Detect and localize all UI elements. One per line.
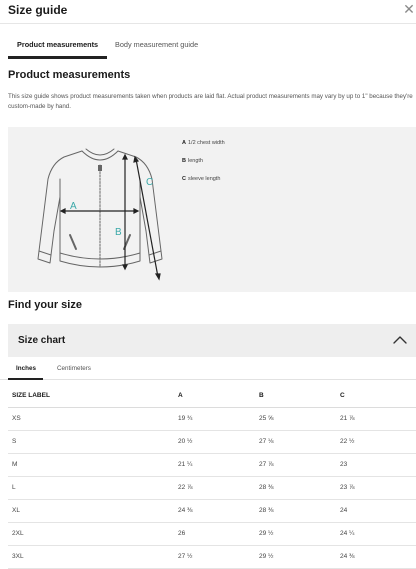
table-header-row: SIZE LABEL A B C [8,384,416,408]
table-row: L 22 ⅞ 28 ⅜ 23 ⅞ [8,476,416,500]
tab-body-measurement-guide[interactable]: Body measurement guide [115,40,198,49]
a-value-cell: 19 ¾ [174,407,255,431]
b-value-cell: 29 ½ [255,522,336,546]
measurement-diagram-panel: A B C A 1/2 chest width Blength Csleeve l… [8,127,416,292]
legend-key-a: A [182,140,186,146]
c-value-cell: 22 ½ [336,430,416,454]
c-value-cell: 21 ⅞ [336,407,416,431]
column-header-c: C [336,384,416,408]
tab-product-measurements[interactable]: Product measurements [17,40,98,49]
chevron-up-icon[interactable] [393,334,407,346]
guide-tabs: Product measurements Body measurement gu… [0,34,416,59]
modal-title: Size guide [8,3,68,17]
a-value-cell: 26 [174,522,255,546]
size-label-cell: S [8,430,174,454]
legend-key-c: C [182,176,186,182]
size-chart-table: SIZE LABEL A B C XS 19 ¾ 25 ⅝ 21 ⅞ S 20 … [8,384,416,569]
b-value-cell: 28 ⅜ [255,499,336,523]
c-value-cell: 24 ⅜ [336,545,416,569]
tab-centimeters[interactable]: Centimeters [57,365,91,372]
active-tab-indicator [8,56,107,59]
a-value-cell: 22 ⅞ [174,476,255,500]
legend-key-b: B [182,158,186,164]
a-value-cell: 20 ½ [174,430,255,454]
modal-header: Size guide ✕ [0,0,416,24]
a-value-cell: 21 ¼ [174,453,255,477]
product-measurements-description: This size guide shows product measuremen… [8,93,413,110]
a-value-cell: 24 ⅜ [174,499,255,523]
b-value-cell: 29 ½ [255,545,336,569]
diagram-label-c: C [146,177,153,188]
b-value-cell: 27 ⅛ [255,430,336,454]
table-row: M 21 ¼ 27 ⅞ 23 [8,453,416,477]
column-header-size-label: SIZE LABEL [8,384,174,408]
unit-tabs: Inches Centimeters [0,358,416,380]
column-header-b: B [255,384,336,408]
b-value-cell: 27 ⅞ [255,453,336,477]
legend-item-c: Csleeve length [182,176,220,182]
table-row: XS 19 ¾ 25 ⅝ 21 ⅞ [8,407,416,431]
table-row: S 20 ½ 27 ⅛ 22 ½ [8,430,416,454]
product-measurements-heading: Product measurements [8,69,131,81]
b-value-cell: 25 ⅝ [255,407,336,431]
size-label-cell: 2XL [8,522,174,546]
size-label-cell: M [8,453,174,477]
column-header-a: A [174,384,255,408]
table-row: XL 24 ⅜ 28 ⅜ 24 [8,499,416,523]
legend-text-a: 1/2 chest width [187,140,225,146]
legend-item-b: Blength [182,158,203,164]
tab-inches[interactable]: Inches [16,365,36,372]
a-value-cell: 27 ½ [174,545,255,569]
b-value-cell: 28 ⅜ [255,476,336,500]
legend-text-b: length [187,158,203,164]
c-value-cell: 23 [336,453,416,477]
table-row: 2XL 26 29 ½ 24 ¼ [8,522,416,546]
table-row: 3XL 27 ½ 29 ½ 24 ⅜ [8,545,416,569]
size-chart-accordion-header[interactable]: Size chart [8,324,416,357]
legend-text-c: sleeve length [187,176,221,182]
size-label-cell: L [8,476,174,500]
size-label-cell: 3XL [8,545,174,569]
close-icon[interactable]: ✕ [402,1,416,17]
jacket-diagram: A B C [37,148,163,281]
size-label-cell: XS [8,407,174,431]
diagram-label-a: A [70,201,77,212]
c-value-cell: 23 ⅞ [336,476,416,500]
find-your-size-heading: Find your size [8,299,82,311]
c-value-cell: 24 ¼ [336,522,416,546]
legend-item-a: A 1/2 chest width [182,140,225,146]
c-value-cell: 24 [336,499,416,523]
size-chart-title: Size chart [18,335,66,346]
active-unit-indicator [8,378,43,380]
size-label-cell: XL [8,499,174,523]
diagram-label-b: B [115,227,122,238]
